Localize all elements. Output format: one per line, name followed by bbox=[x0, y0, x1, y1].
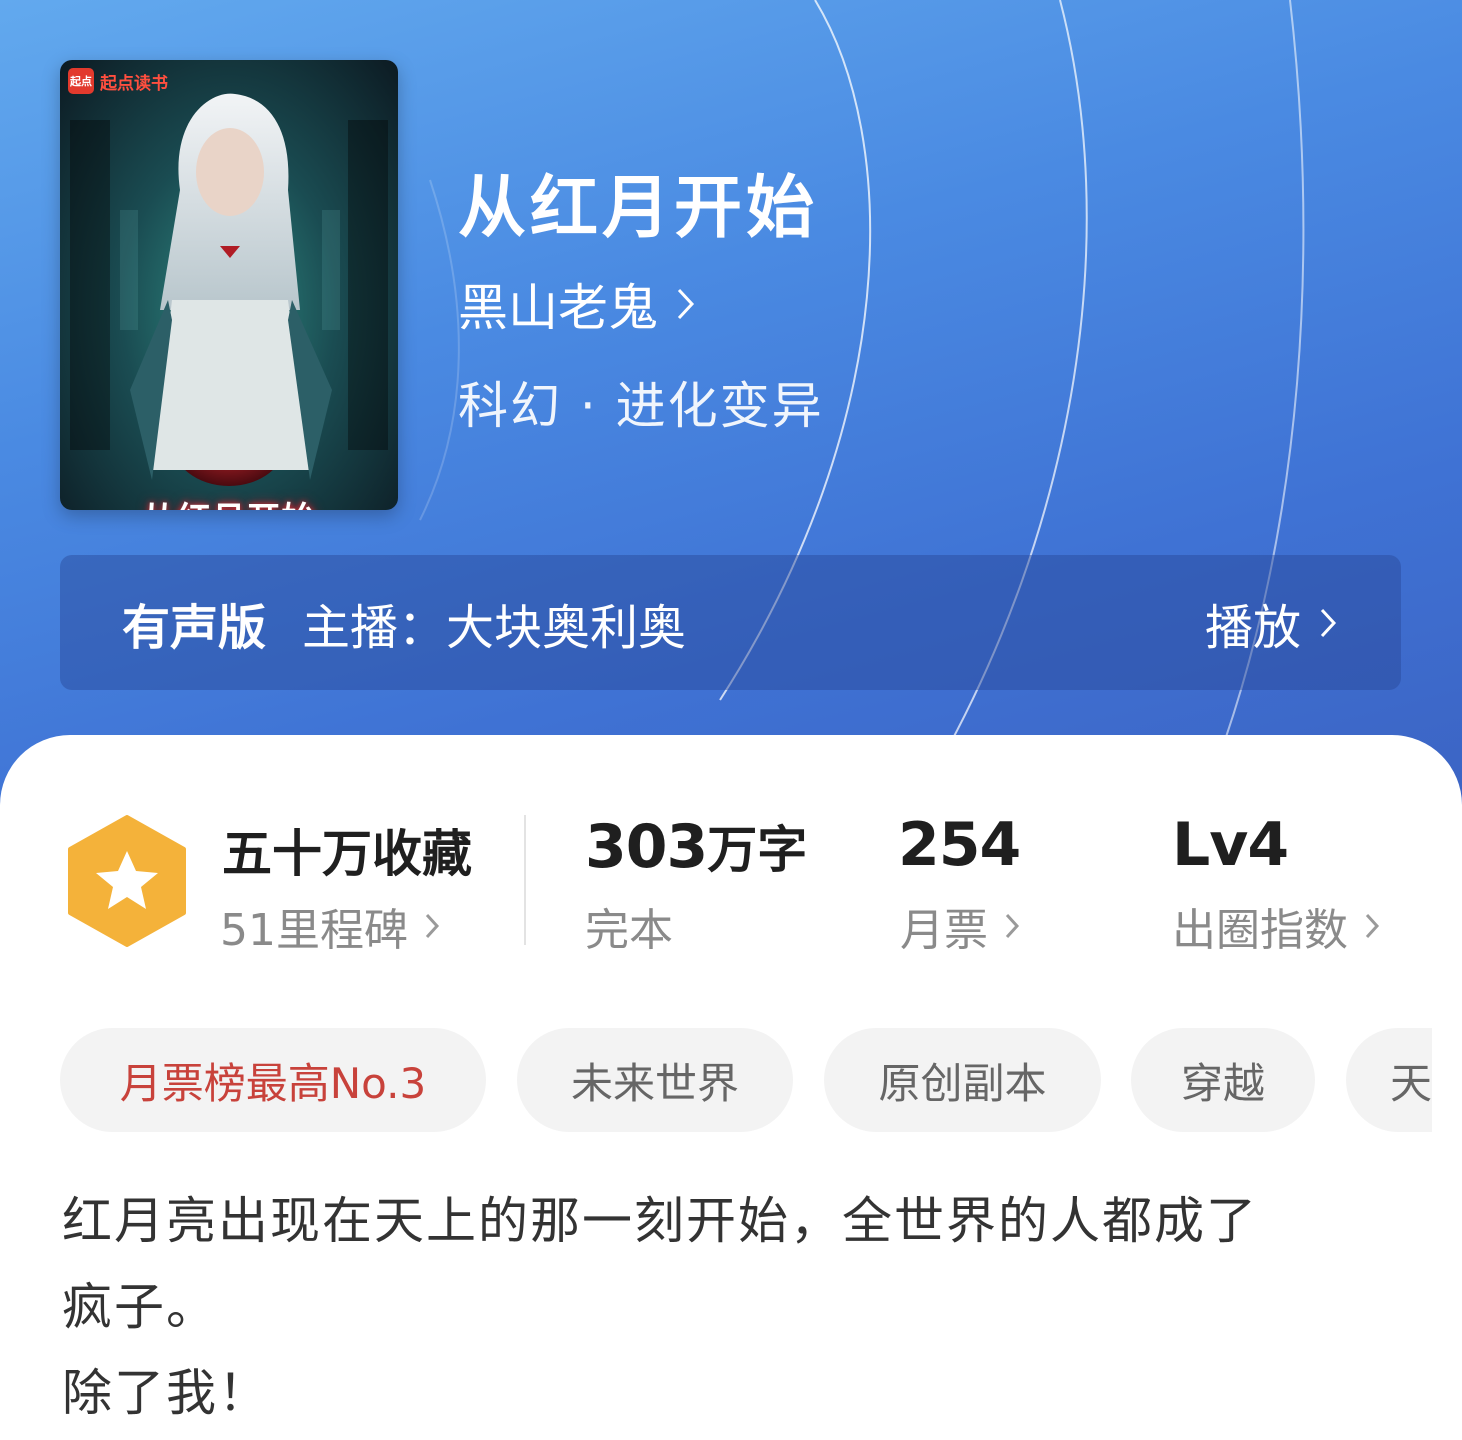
description-line: 除了我！ bbox=[62, 1364, 270, 1422]
completion-status: 完本 bbox=[585, 905, 673, 956]
tag-chip-rank[interactable]: 月票榜最高No.3 bbox=[60, 1028, 486, 1132]
book-cover[interactable]: 起点 起点读书 从红月开始 bbox=[60, 60, 398, 510]
milestone-label: 51里程碑 bbox=[220, 905, 408, 956]
tag-list: 月票榜最高No.3 未来世界 原创副本 穿越 天 bbox=[60, 1028, 1432, 1132]
chevron-right-icon bbox=[1320, 608, 1337, 637]
popularity-index-link[interactable]: 出圈指数 bbox=[1172, 894, 1380, 958]
cover-title-art: 从红月开始 bbox=[60, 492, 398, 510]
play-label: 播放 bbox=[1204, 599, 1301, 656]
word-count-number: 303 bbox=[585, 812, 708, 882]
chevron-right-icon bbox=[677, 288, 695, 320]
audiobook-label: 有声版 bbox=[122, 599, 267, 656]
author-name: 黑山老鬼 bbox=[458, 279, 658, 337]
word-count-unit: 万字 bbox=[707, 821, 808, 879]
tag-chip[interactable]: 天 bbox=[1346, 1028, 1432, 1132]
genre-label: 科幻 · 进化变异 bbox=[458, 377, 824, 435]
book-header: 起点 起点读书 从红月开始 从红月开始 黑山老鬼 科幻 · 进化变异 有声版 主… bbox=[0, 0, 1462, 800]
tag-chip[interactable]: 穿越 bbox=[1131, 1028, 1315, 1132]
qidian-logo-icon: 起点 bbox=[68, 68, 94, 94]
description-line: 红月亮出现在天上的那一刻开始，全世界的人都成了 bbox=[62, 1192, 1258, 1250]
tag-chip[interactable]: 原创副本 bbox=[824, 1028, 1101, 1132]
book-description: 红月亮出现在天上的那一刻开始，全世界的人都成了 疯子。 除了我！ bbox=[62, 1178, 1402, 1436]
star-badge-icon bbox=[68, 815, 186, 947]
stat-divider bbox=[524, 815, 526, 945]
milestone-link[interactable]: 51里程碑 bbox=[220, 894, 440, 958]
popularity-level: Lv4 bbox=[1172, 810, 1289, 880]
chevron-right-icon bbox=[1005, 913, 1020, 939]
monthly-ticket-link[interactable]: 月票 bbox=[900, 894, 1020, 958]
chevron-right-icon bbox=[425, 913, 440, 939]
audiobook-host: 主播：大块奥利奥 bbox=[302, 599, 687, 656]
publisher-logo: 起点 起点读书 bbox=[68, 68, 168, 94]
collection-count: 五十万收藏 bbox=[222, 825, 472, 883]
description-line: 疯子。 bbox=[62, 1278, 218, 1336]
cover-illustration bbox=[70, 93, 388, 486]
play-button[interactable]: 播放 bbox=[1205, 555, 1337, 690]
word-count: 303 万字 bbox=[585, 810, 807, 882]
chevron-right-icon bbox=[1365, 913, 1380, 939]
author-link[interactable]: 黑山老鬼 bbox=[458, 268, 696, 340]
popularity-index-label: 出圈指数 bbox=[1172, 905, 1348, 956]
tag-chip[interactable]: 未来世界 bbox=[517, 1028, 793, 1132]
monthly-ticket-label: 月票 bbox=[900, 905, 988, 956]
monthly-ticket-count: 254 bbox=[898, 810, 1021, 880]
audiobook-bar[interactable]: 有声版 主播：大块奥利奥 播放 bbox=[60, 555, 1401, 690]
publisher-name: 起点读书 bbox=[100, 73, 168, 94]
book-title: 从红月开始 bbox=[458, 169, 819, 248]
